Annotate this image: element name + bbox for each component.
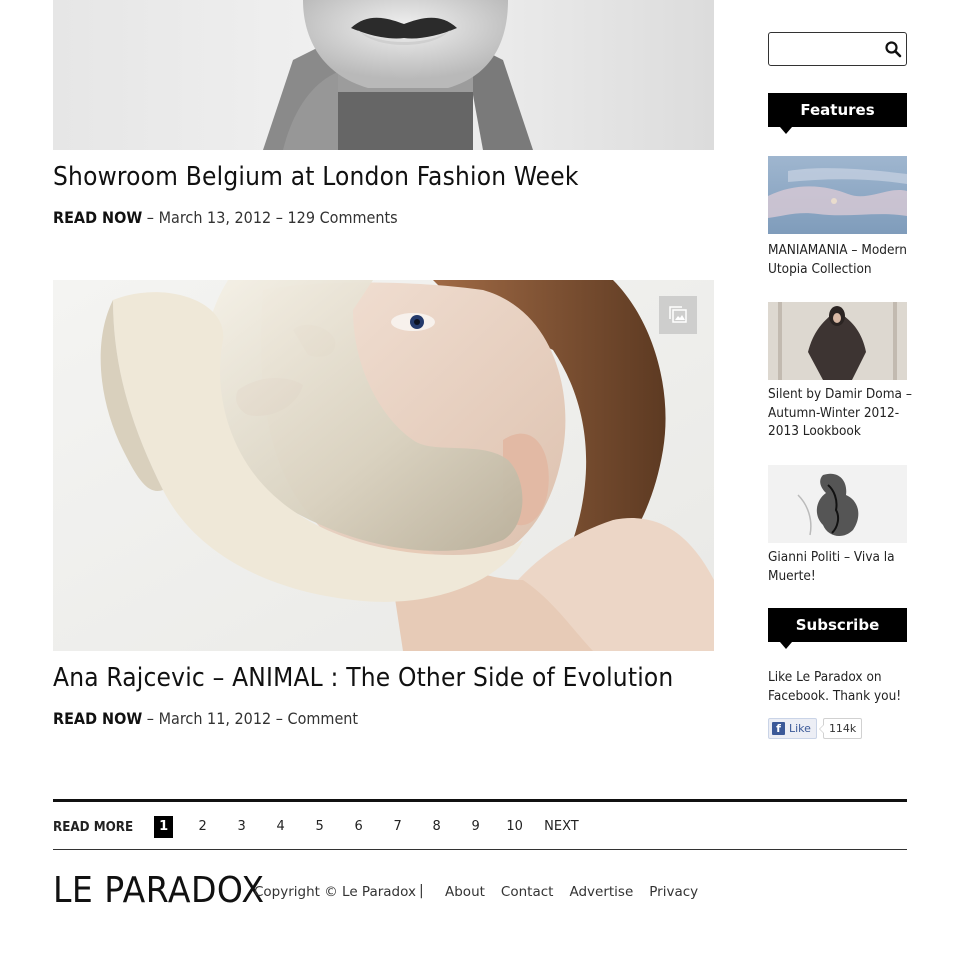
like-label: Like xyxy=(789,721,811,735)
page-link-7[interactable]: 7 xyxy=(388,816,407,838)
feature-caption[interactable]: Silent by Damir Doma – Autumn-Winter 201… xyxy=(768,385,912,441)
feature-thumbnail-gianni-politi[interactable] xyxy=(768,465,907,543)
feature-caption[interactable]: Gianni Politi – Viva la Muerte! xyxy=(768,548,912,585)
page-link-4[interactable]: 4 xyxy=(271,816,290,838)
subscribe-text: Like Le Paradox on Facebook. Thank you! xyxy=(768,669,902,704)
footer-link-contact[interactable]: Contact xyxy=(501,884,554,900)
read-now-link[interactable]: READ NOW xyxy=(53,208,142,227)
page-link-8[interactable]: 8 xyxy=(427,816,446,838)
post-title[interactable]: Showroom Belgium at London Fashion Week xyxy=(53,162,579,192)
read-now-link[interactable]: READ NOW xyxy=(53,709,142,728)
footer-link-privacy[interactable]: Privacy xyxy=(649,884,698,900)
page-link-6[interactable]: 6 xyxy=(349,816,368,838)
footer-separator: | xyxy=(419,883,424,899)
footer-link-about[interactable]: About xyxy=(445,884,485,900)
facebook-like-button[interactable]: f Like xyxy=(768,717,817,739)
page-link-3[interactable]: 3 xyxy=(232,816,251,838)
read-more-label: READ MORE xyxy=(53,819,134,835)
page-link-2[interactable]: 2 xyxy=(193,816,212,838)
feature-caption[interactable]: MANIAMANIA – Modern Utopia Collection xyxy=(768,241,912,278)
gallery-icon[interactable] xyxy=(659,296,697,334)
search-box xyxy=(768,32,907,66)
post-meta: READ NOW – March 11, 2012 – Comment xyxy=(53,709,358,728)
footer-logo[interactable]: LE PARADOX xyxy=(53,870,264,911)
footer-link-advertise[interactable]: Advertise xyxy=(569,884,633,900)
search-input[interactable] xyxy=(775,34,885,64)
page-link-1[interactable]: 1 xyxy=(154,816,174,838)
pagination-divider-top xyxy=(53,799,907,802)
copyright-text: Copyright © Le Paradox xyxy=(254,884,416,900)
like-count: 114k xyxy=(818,717,863,739)
page-link-9[interactable]: 9 xyxy=(466,816,485,838)
subscribe-heading: Subscribe xyxy=(768,608,907,649)
post-date-comments[interactable]: – March 11, 2012 – Comment xyxy=(142,709,358,728)
post-image-ana-rajcevic[interactable] xyxy=(53,280,714,651)
next-page-link[interactable]: NEXT xyxy=(544,816,579,838)
feature-thumbnail-damir-doma[interactable] xyxy=(768,302,907,380)
post-image-showroom-belgium[interactable] xyxy=(53,0,714,150)
features-heading: Features xyxy=(768,93,907,134)
pagination-divider-bottom xyxy=(53,849,907,850)
facebook-icon: f xyxy=(772,721,785,735)
post-title[interactable]: Ana Rajcevic – ANIMAL : The Other Side o… xyxy=(53,663,673,693)
facebook-like-widget: f Like 114k xyxy=(768,717,863,739)
feature-thumbnail-maniamania[interactable] xyxy=(768,156,907,234)
post-date-comments[interactable]: – March 13, 2012 – 129 Comments xyxy=(142,208,398,227)
post-meta: READ NOW – March 13, 2012 – 129 Comments xyxy=(53,208,398,227)
page-link-5[interactable]: 5 xyxy=(310,816,329,838)
pagination: READ MORE 1 2 3 4 5 6 7 8 9 10 NEXT xyxy=(53,815,599,839)
search-icon[interactable] xyxy=(884,40,902,58)
footer-links: About Contact Advertise Privacy xyxy=(445,884,714,900)
page-link-10[interactable]: 10 xyxy=(505,816,524,838)
